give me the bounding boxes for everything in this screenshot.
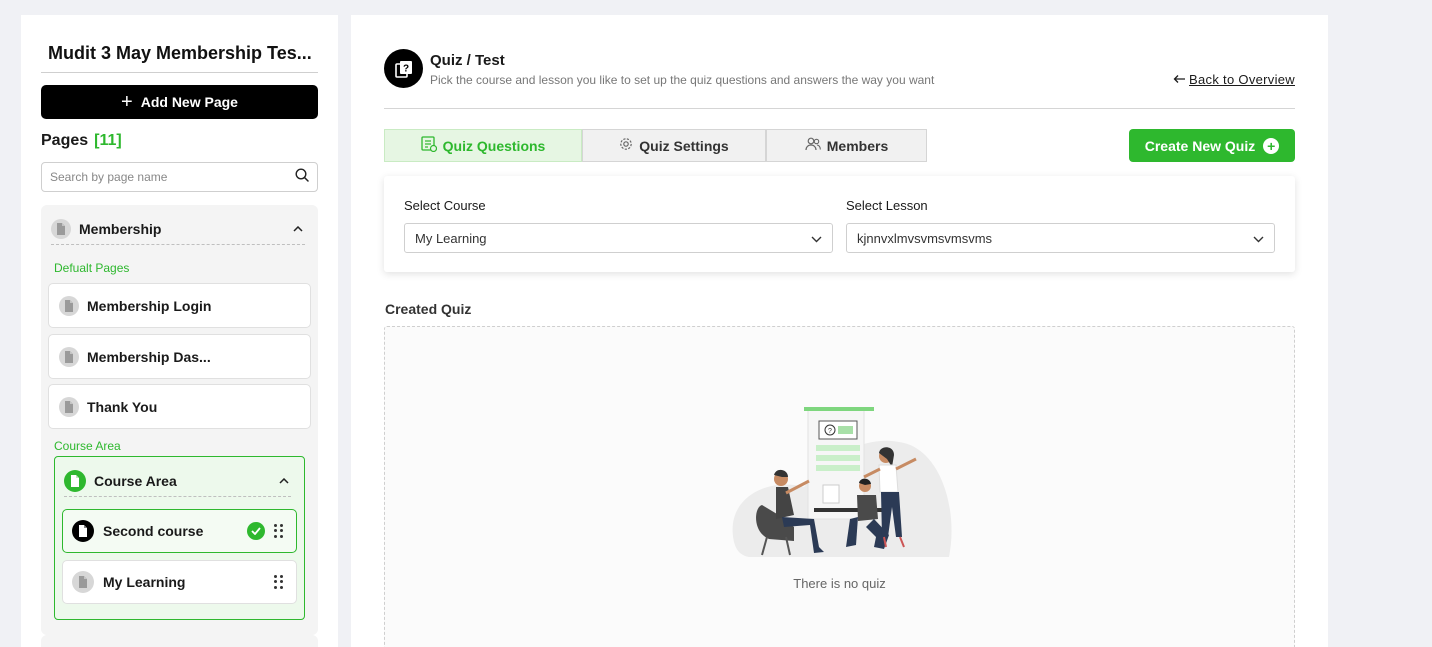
chevron-down-icon: [1253, 231, 1264, 246]
page-item-membership-login[interactable]: Membership Login: [48, 283, 311, 328]
document-icon: [59, 346, 79, 367]
select-lesson-label: Select Lesson: [846, 198, 928, 213]
select-course-value: My Learning: [415, 230, 487, 246]
search-icon[interactable]: [295, 167, 309, 187]
chevron-up-icon[interactable]: [277, 474, 291, 488]
tab-quiz-questions[interactable]: Quiz Questions: [384, 129, 582, 162]
default-pages-label: Defualt Pages: [54, 261, 130, 275]
select-course-dropdown[interactable]: My Learning: [404, 223, 833, 253]
create-new-quiz-label: Create New Quiz: [1144, 137, 1256, 154]
created-quiz-heading: Created Quiz: [385, 301, 472, 317]
create-new-quiz-button[interactable]: Create New Quiz +: [1129, 129, 1295, 162]
tab-label: Quiz Settings: [639, 137, 729, 154]
document-icon: [59, 396, 79, 417]
next-group-panel: [41, 635, 318, 647]
document-icon: [64, 469, 86, 492]
course-lesson-selector: Select Course My Learning Select Lesson …: [384, 176, 1295, 272]
drag-handle-icon[interactable]: [274, 524, 284, 538]
quiz-tabs: Quiz Questions Quiz Settings Members: [384, 129, 927, 162]
document-icon: [51, 218, 71, 239]
pages-count: [11]: [94, 132, 122, 149]
page-subtitle: Pick the course and lesson you like to s…: [430, 73, 935, 87]
membership-group-header[interactable]: Membership: [51, 215, 305, 245]
document-icon: [59, 295, 79, 316]
tab-members[interactable]: Members: [766, 129, 927, 162]
main-content: ? Quiz / Test Pick the course and lesson…: [351, 15, 1328, 647]
gear-icon: [619, 137, 633, 154]
arrow-left-icon: [1173, 72, 1186, 87]
document-icon: [72, 520, 94, 542]
header-divider: [384, 108, 1295, 109]
users-icon: [805, 137, 821, 154]
svg-text:?: ?: [402, 63, 408, 74]
page-search: [41, 162, 318, 192]
page-item-label: Thank You: [87, 398, 158, 415]
list-check-icon: [421, 136, 437, 155]
back-to-overview-label: Back to Overview: [1189, 72, 1295, 87]
empty-quiz-illustration: ?: [732, 407, 952, 557]
membership-group-panel: Membership Defualt Pages Membership Logi…: [41, 205, 318, 635]
select-course-label: Select Course: [404, 198, 486, 213]
tab-label: Members: [826, 137, 889, 154]
add-new-page-label: Add New Page: [140, 94, 238, 110]
lesson-item-my-learning[interactable]: My Learning: [62, 560, 297, 604]
page-title: Quiz / Test: [430, 52, 505, 69]
select-lesson-dropdown[interactable]: kjnnvxlmvsvmsvmsvms: [846, 223, 1275, 253]
lesson-item-label: Second course: [103, 523, 204, 539]
course-area-title: Course Area: [94, 472, 177, 489]
tab-label: Quiz Questions: [442, 137, 546, 154]
chevron-down-icon: [811, 231, 822, 246]
course-area-header[interactable]: Course Area: [64, 465, 291, 497]
created-quiz-area: ? There is no quiz: [384, 326, 1295, 647]
page-search-input[interactable]: [50, 170, 295, 184]
lesson-item-second-course[interactable]: Second course: [62, 509, 297, 553]
check-icon: [247, 522, 265, 540]
pages-heading-label: Pages: [41, 132, 89, 149]
site-title: Mudit 3 May Membership Tes...: [41, 43, 318, 73]
course-area-box: Course Area Second course My Learning: [54, 456, 305, 620]
add-new-page-button[interactable]: + Add New Page: [41, 85, 318, 119]
tab-quiz-settings[interactable]: Quiz Settings: [582, 129, 766, 162]
page-item-membership-dashboard[interactable]: Membership Das...: [48, 334, 311, 379]
back-to-overview-link[interactable]: Back to Overview: [1173, 72, 1295, 87]
plus-icon: +: [121, 91, 133, 113]
membership-group-title: Membership: [79, 220, 162, 237]
pages-heading: Pages [11]: [41, 132, 122, 150]
quiz-icon: ?: [384, 49, 423, 88]
course-area-section-label: Course Area: [54, 439, 121, 453]
page-item-label: Membership Login: [87, 297, 212, 314]
drag-handle-icon[interactable]: [274, 575, 284, 589]
document-icon: [72, 571, 94, 593]
chevron-up-icon[interactable]: [291, 222, 305, 236]
select-lesson-value: kjnnvxlmvsvmsvmsvms: [857, 230, 993, 246]
empty-state-text: There is no quiz: [793, 576, 886, 591]
lesson-item-label: My Learning: [103, 574, 186, 590]
sidebar: Mudit 3 May Membership Tes... + Add New …: [21, 15, 338, 647]
svg-text:?: ?: [828, 428, 832, 435]
plus-circle-icon: +: [1263, 137, 1280, 154]
page-item-label: Membership Das...: [87, 348, 211, 365]
page-item-thank-you[interactable]: Thank You: [48, 384, 311, 429]
